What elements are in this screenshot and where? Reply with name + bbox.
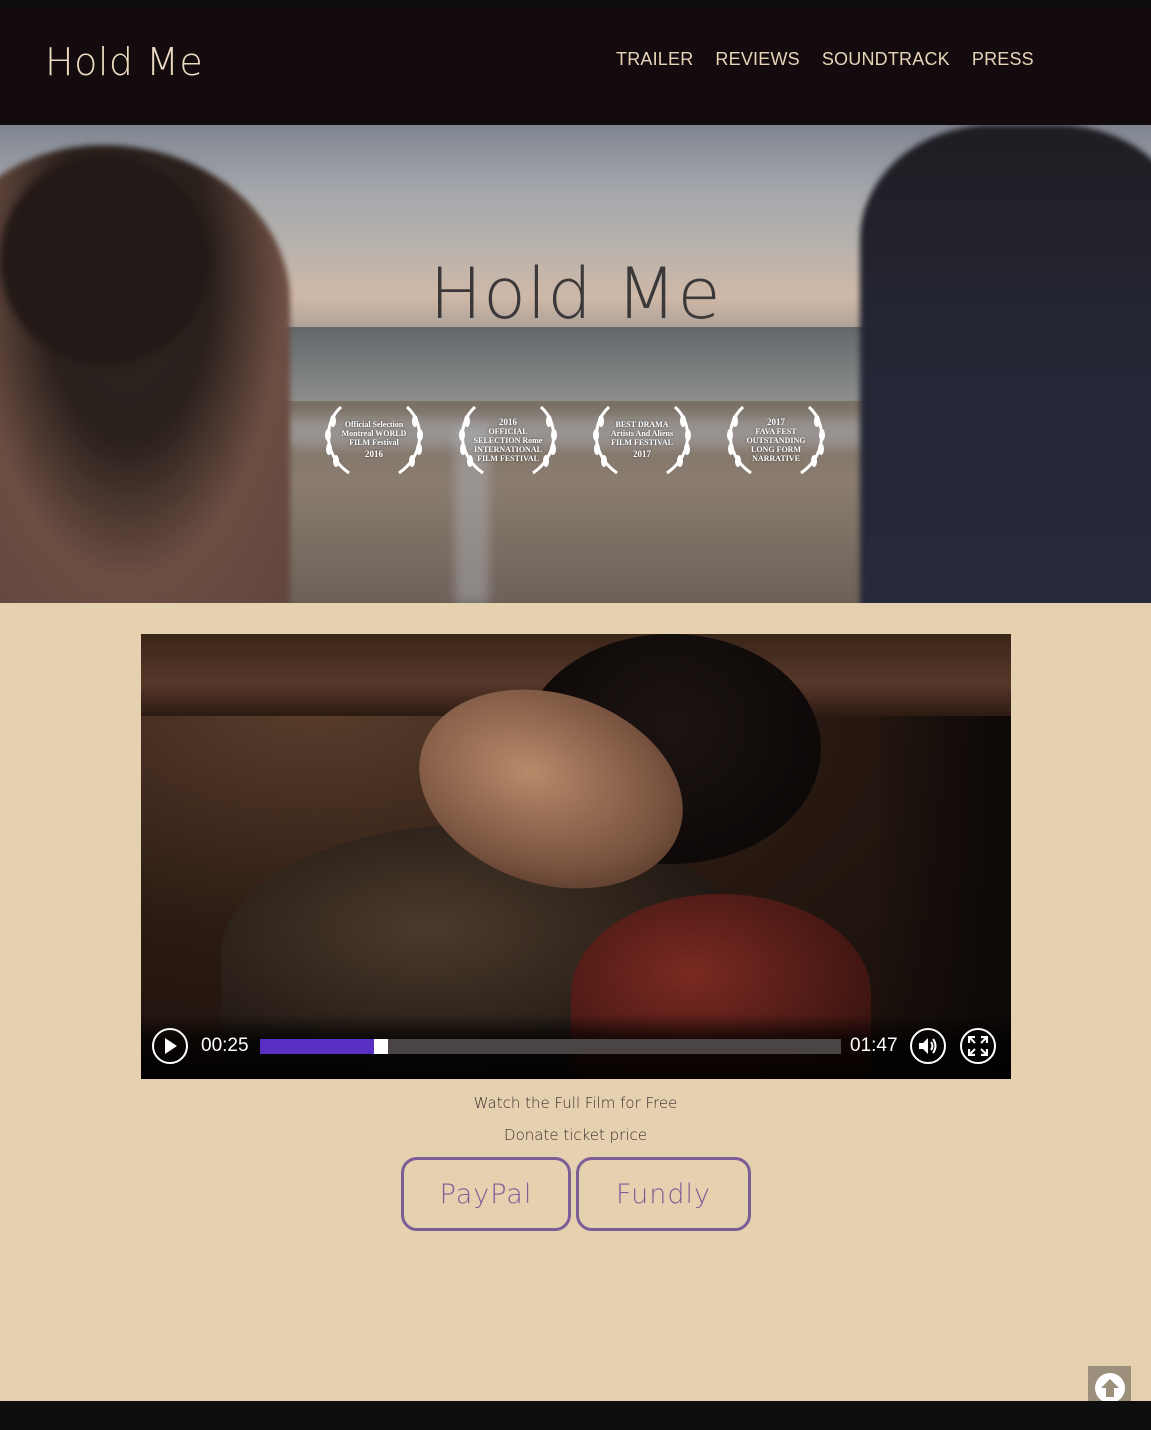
paypal-button[interactable]: PayPal [401,1157,571,1231]
hero-banner: Hold Me Official Selection Montreal WORL… [0,125,1151,603]
laurel-artists-aliens: BEST DRAMA Artists And Aliens FILM FESTI… [587,401,697,477]
progress-handle[interactable] [374,1039,389,1054]
video-player[interactable]: 00:25 01:47 [141,634,1011,1079]
laurel-rome: 2016 OFFICIAL SELECTION Rome INTERNATION… [453,401,563,477]
volume-icon [919,1038,937,1054]
progress-bar[interactable] [260,1039,841,1054]
festival-laurels: Official Selection Montreal WORLD FILM F… [319,401,831,477]
footer-bar [0,1401,1151,1430]
nav-press[interactable]: PRESS [972,49,1034,70]
laurel-year: 2017 [633,448,651,459]
hero-title: Hold Me [429,253,722,335]
donate-text: Donate ticket price [504,1126,647,1144]
progress-fill [260,1039,377,1054]
main-nav: TRAILER REVIEWS SOUNDTRACK PRESS [616,49,1034,70]
duration: 01:47 [850,1035,898,1056]
laurel-main: Artists And Aliens FILM FESTIVAL [610,428,674,447]
top-strip [0,0,1151,7]
site-title[interactable]: Hold Me [45,40,203,84]
arrow-up-circle-icon [1094,1372,1125,1403]
person-right-silhouette [860,125,1151,603]
laurel-top: Official Selection [344,419,404,429]
fullscreen-icon [968,1036,988,1056]
donate-buttons: PayPal Fundly [401,1157,751,1231]
fullscreen-button[interactable] [960,1028,996,1064]
current-time: 00:25 [201,1035,249,1056]
laurel-main: Montreal WORLD FILM Festival [341,428,407,447]
laurel-main: OFFICIAL SELECTION Rome INTERNATIONAL FI… [473,427,543,463]
laurel-montreal: Official Selection Montreal WORLD FILM F… [319,401,429,477]
nav-reviews[interactable]: REVIEWS [715,49,799,70]
laurel-year: 2016 [365,448,383,459]
volume-button[interactable] [910,1028,946,1064]
play-button[interactable] [152,1028,188,1064]
laurel-top: BEST DRAMA [615,419,669,429]
nav-soundtrack[interactable]: SOUNDTRACK [822,49,950,70]
laurel-year: 2016 [499,417,517,427]
nav-trailer[interactable]: TRAILER [616,49,693,70]
site-header: Hold Me TRAILER REVIEWS SOUNDTRACK PRESS [0,7,1151,125]
play-icon [165,1038,177,1054]
laurel-fava-fest: 2017 FAVA FEST OUTSTANDING LONG FORM NAR… [721,401,831,477]
watch-free-text: Watch the Full Film for Free [473,1094,678,1112]
laurel-main: FAVA FEST OUTSTANDING LONG FORM NARRATIV… [746,427,806,463]
laurel-year: 2017 [767,417,785,427]
fundly-button[interactable]: Fundly [576,1157,751,1231]
